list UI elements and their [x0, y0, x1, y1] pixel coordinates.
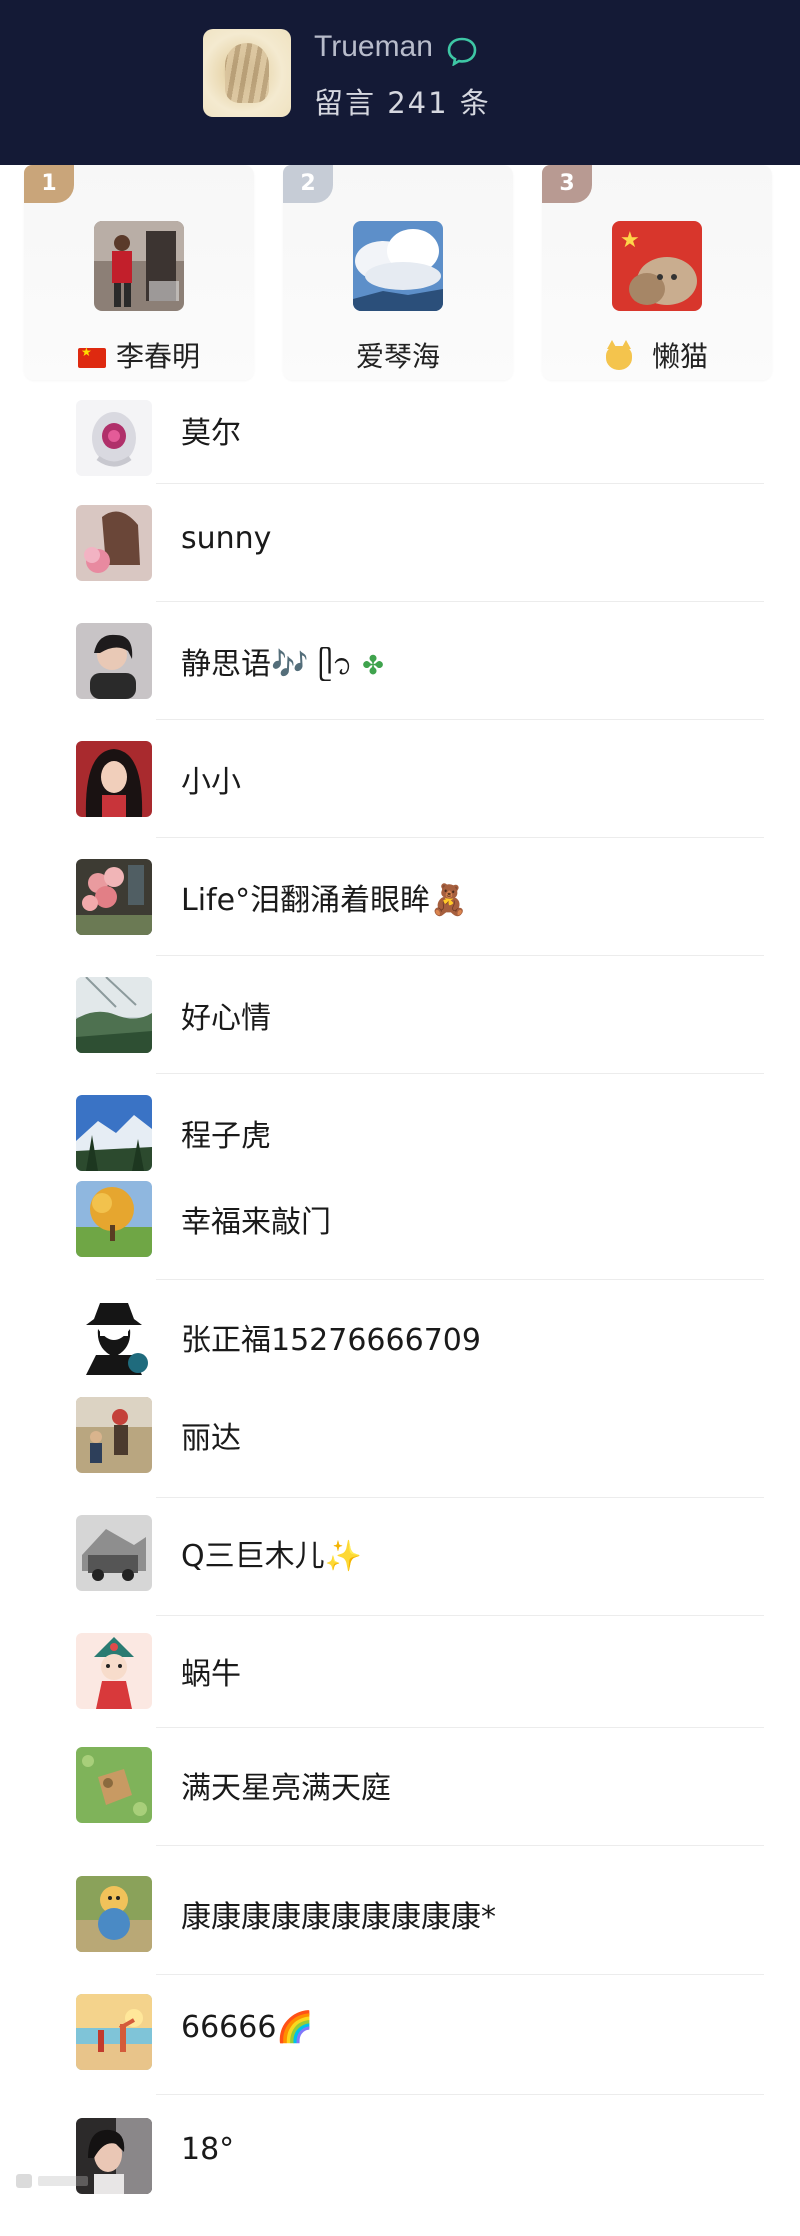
commenter-name: 66666🌈 — [181, 2010, 314, 2045]
rank-badge: 3 — [542, 165, 592, 203]
divider — [156, 1845, 764, 1846]
watermark-icon — [16, 2174, 88, 2188]
list-item[interactable]: Q三巨木儿✨ — [0, 1515, 800, 1633]
comment-icon[interactable] — [446, 36, 478, 66]
avatar — [76, 1994, 152, 2070]
list-item[interactable]: 18° — [0, 2118, 800, 2236]
commenter-name: 莫尔 — [181, 416, 241, 451]
profile-avatar[interactable] — [203, 29, 291, 117]
list-item[interactable]: Life°泪翻涌着眼眸🧸 — [0, 857, 800, 975]
avatar — [76, 1095, 152, 1171]
list-item[interactable]: 好心情 — [0, 975, 800, 1093]
cat-icon — [605, 340, 632, 370]
commenter-name: 蜗牛 — [181, 1657, 241, 1692]
commenter-name: sunny — [181, 521, 272, 556]
avatar — [76, 1876, 152, 1952]
avatar — [76, 1747, 152, 1823]
divider — [156, 719, 764, 720]
podium-name: 李春明 — [24, 335, 254, 375]
commenter-name: 小小 — [181, 765, 241, 800]
avatar — [76, 505, 152, 581]
svg-text:★: ★ — [620, 228, 640, 253]
avatar — [76, 977, 152, 1053]
divider — [156, 1279, 764, 1280]
divider — [156, 955, 764, 956]
podium-name: 懒猫 — [542, 335, 772, 375]
avatar — [76, 1181, 152, 1257]
avatar — [76, 1633, 152, 1709]
top-commenters: 1 李春明 2 爱琴海 — [0, 165, 800, 380]
divider — [156, 2094, 764, 2095]
rank-badge: 1 — [24, 165, 74, 203]
avatar — [353, 221, 443, 311]
divider — [156, 1615, 764, 1616]
list-item[interactable]: 康康康康康康康康康康* — [0, 1876, 800, 1994]
commenter-name: 静思语🎶 ᥫ᭡ ✤ — [181, 647, 384, 682]
avatar — [76, 859, 152, 935]
list-item[interactable]: 幸福来敲门 — [0, 1181, 800, 1299]
list-item[interactable]: 满天星亮满天庭 — [0, 1747, 800, 1865]
avatar — [76, 1397, 152, 1473]
avatar — [76, 1515, 152, 1591]
china-flag-icon — [77, 345, 106, 368]
list-item[interactable]: 莫尔 — [0, 385, 800, 503]
profile-name[interactable]: Trueman — [314, 30, 433, 64]
commenter-name: 好心情 — [181, 1001, 271, 1036]
podium-name: 爱琴海 — [355, 340, 440, 373]
commenter-name: 康康康康康康康康康康* — [181, 1900, 496, 1935]
commenter-name: 丽达 — [181, 1421, 241, 1456]
list-item[interactable]: 静思语🎶 ᥫ᭡ ✤ — [0, 621, 800, 739]
commenter-name: Life°泪翻涌着眼眸🧸 — [181, 883, 468, 918]
avatar — [76, 1299, 152, 1375]
commenter-name: 张正福15276666709 — [181, 1323, 481, 1358]
avatar: ★ — [612, 221, 702, 311]
podium-card-1[interactable]: 1 李春明 — [24, 165, 254, 380]
avatar — [76, 741, 152, 817]
list-item[interactable]: 丽达 — [0, 1397, 800, 1515]
divider — [156, 837, 764, 838]
list-item[interactable]: 66666🌈 — [0, 1994, 800, 2112]
profile-header: Trueman 留言 241 条 — [0, 0, 800, 165]
avatar — [76, 400, 152, 476]
list-item[interactable]: 蜗牛 — [0, 1633, 800, 1751]
divider — [156, 1073, 764, 1074]
divider — [156, 1727, 764, 1728]
podium-card-2[interactable]: 2 爱琴海 — [283, 165, 513, 380]
divider — [156, 601, 764, 602]
commenter-name: 程子虎 — [181, 1119, 271, 1154]
avatar — [94, 221, 184, 311]
commenter-name: Q三巨木儿✨ — [181, 1539, 362, 1574]
divider — [156, 1497, 764, 1498]
commenter-name: 18° — [181, 2132, 235, 2167]
podium-card-3[interactable]: 3 ★ 懒猫 — [542, 165, 772, 380]
rank-badge: 2 — [283, 165, 333, 203]
commenter-name: 幸福来敲门 — [181, 1205, 331, 1240]
divider — [156, 483, 764, 484]
clover-icon: ✤ — [362, 650, 384, 681]
comment-count: 留言 241 条 — [314, 86, 491, 120]
avatar — [76, 623, 152, 699]
list-item[interactable]: sunny — [0, 503, 800, 621]
list-item[interactable]: 小小 — [0, 739, 800, 857]
divider — [156, 1974, 764, 1975]
commenter-name: 满天星亮满天庭 — [181, 1771, 391, 1806]
